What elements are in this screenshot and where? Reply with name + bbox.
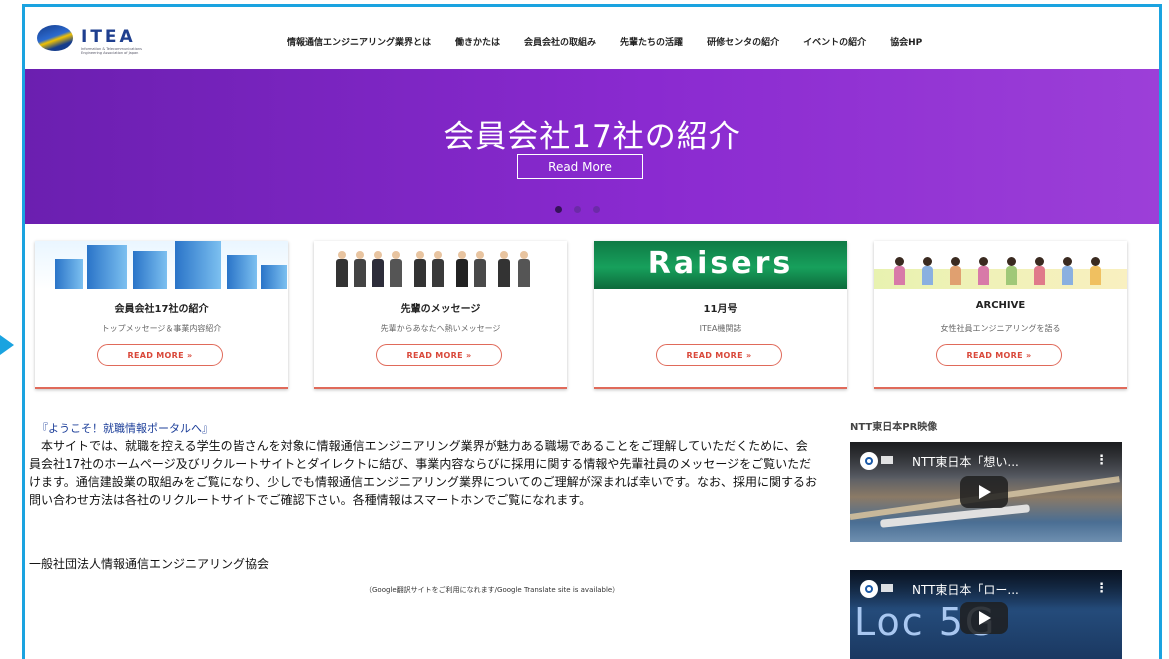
raisers-logo-text: Raisers <box>647 246 794 281</box>
read-more-button[interactable]: READ MORE » <box>97 344 223 366</box>
logo-subtitle: Information & Telecommunications Enginee… <box>81 47 142 55</box>
nav-item-seniors[interactable]: 先輩たちの活躍 <box>620 35 683 48</box>
video-embed-1[interactable]: NTT東日本「想い... ⋮ <box>850 442 1122 542</box>
channel-avatar-icon[interactable] <box>860 580 878 598</box>
logo-text: ITEA <box>81 27 136 47</box>
read-more-button[interactable]: READ MORE » <box>656 344 782 366</box>
slider-dot-1[interactable] <box>555 206 562 213</box>
women-image[interactable] <box>874 241 1127 289</box>
hero-read-more-button[interactable]: Read More <box>517 154 643 179</box>
card-member-companies: 会員会社17社の紹介 トップメッセージ＆事業内容紹介 READ MORE » <box>35 241 288 389</box>
nav-item-association-hp[interactable]: 協会HP <box>890 35 922 48</box>
card-senior-messages: 先輩のメッセージ 先輩からあなたへ熱いメッセージ READ MORE » <box>314 241 567 389</box>
nav-item-member-initiatives[interactable]: 会員会社の取組み <box>524 35 596 48</box>
card-title: 先輩のメッセージ <box>400 304 481 315</box>
card-description: ITEA機関誌 <box>699 324 742 333</box>
employees-image[interactable] <box>314 241 567 289</box>
nav-item-industry[interactable]: 情報通信エンジニアリング業界とは <box>287 35 431 48</box>
left-arrow-icon <box>0 335 14 355</box>
card-description: 先輩からあなたへ熱いメッセージ <box>380 324 501 333</box>
buildings-image[interactable] <box>35 241 288 289</box>
read-more-button[interactable]: READ MORE » <box>936 344 1062 366</box>
video-title[interactable]: NTT東日本「ロー... <box>912 581 1019 598</box>
itea-logo[interactable]: ITEA Information & Telecommunications En… <box>37 23 142 65</box>
channel-avatar-icon[interactable] <box>860 452 878 470</box>
slider-dot-3[interactable] <box>593 206 600 213</box>
pr-video-heading: NTT東日本PR映像 <box>850 422 938 433</box>
more-options-icon[interactable]: ⋮ <box>1095 453 1108 468</box>
channel-logo-icon <box>881 584 893 592</box>
nav-item-work-style[interactable]: 働きかたは <box>455 35 500 48</box>
raisers-image[interactable]: Raisers <box>594 241 847 289</box>
card-title: 会員会社17社の紹介 <box>114 304 209 315</box>
card-title: 11月号 <box>703 304 738 315</box>
video-embed-2[interactable]: Loc 5G NTT東日本「ロー... ⋮ <box>850 570 1122 659</box>
welcome-heading: 『ようこそ！就職情報ポータルへ』 <box>37 422 213 435</box>
video-title[interactable]: NTT東日本「想い... <box>912 453 1019 470</box>
card-description: 女性社員エンジニアリングを語る <box>940 324 1061 333</box>
card-title: ARCHIVE <box>975 300 1026 311</box>
hero-title: 会員会社17社の紹介 <box>443 119 741 155</box>
play-icon[interactable] <box>960 476 1008 508</box>
card-november-issue: Raisers 11月号 ITEA機関誌 READ MORE » <box>594 241 847 389</box>
card-description: トップメッセージ＆事業内容紹介 <box>101 324 222 333</box>
hero-slider: 会員会社17社の紹介 Read More <box>25 69 1159 224</box>
slider-dots <box>555 206 600 213</box>
nav-item-training-center[interactable]: 研修センタの紹介 <box>707 35 779 48</box>
translate-note: （Google翻訳サイトをご利用になれます/Google Translate s… <box>365 586 620 594</box>
welcome-body: 本サイトでは、就職を控える学生の皆さんを対象に情報通信エンジニアリング業界が魅力… <box>29 439 818 507</box>
read-more-button[interactable]: READ MORE » <box>376 344 502 366</box>
browser-page: ITEA Information & Telecommunications En… <box>22 4 1162 659</box>
play-icon[interactable] <box>960 602 1008 634</box>
nav-item-events[interactable]: イベントの紹介 <box>803 35 866 48</box>
slider-dot-2[interactable] <box>574 206 581 213</box>
main-nav: 情報通信エンジニアリング業界とは 働きかたは 会員会社の取組み 先輩たちの活躍 … <box>287 35 922 48</box>
organization-name: 一般社団法人情報通信エンジニアリング協会 <box>29 557 270 571</box>
logo-globe-icon <box>37 25 73 51</box>
site-header: ITEA Information & Telecommunications En… <box>25 7 1159 69</box>
channel-logo-icon <box>881 456 893 464</box>
card-archive: ARCHIVE 女性社員エンジニアリングを語る READ MORE » <box>874 241 1127 389</box>
more-options-icon[interactable]: ⋮ <box>1095 581 1108 596</box>
